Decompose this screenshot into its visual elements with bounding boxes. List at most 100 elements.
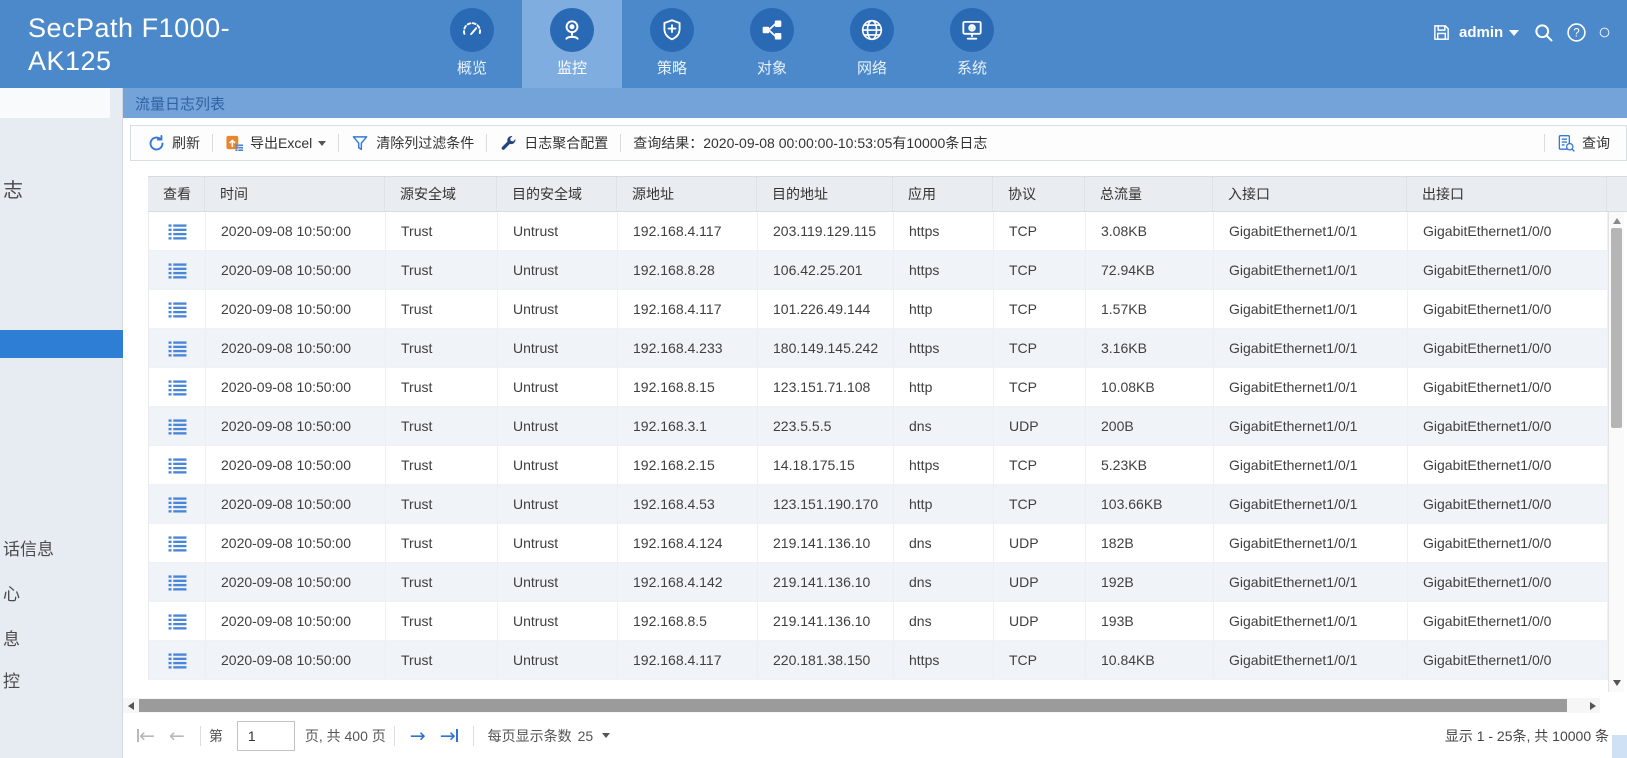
pager-divider bbox=[473, 726, 474, 746]
page-input[interactable] bbox=[237, 721, 295, 751]
cell-traffic: 200B bbox=[1086, 407, 1214, 445]
column-header-in_if[interactable]: 入接口 bbox=[1213, 177, 1407, 211]
sidebar-item[interactable]: 控 bbox=[0, 667, 123, 692]
refresh-button[interactable]: 刷新 bbox=[137, 133, 210, 153]
user-name[interactable]: admin bbox=[1459, 24, 1503, 41]
view-detail-button[interactable] bbox=[168, 379, 187, 396]
scroll-down-button[interactable] bbox=[1609, 676, 1625, 690]
column-header-proto[interactable]: 协议 bbox=[993, 177, 1085, 211]
table-row[interactable]: 2020-09-08 10:50:00TrustUntrust192.168.8… bbox=[149, 368, 1608, 407]
user-menu-caret-icon[interactable] bbox=[1509, 30, 1519, 36]
cell-in_if: GigabitEthernet1/0/1 bbox=[1214, 290, 1408, 328]
scroll-right-button[interactable] bbox=[1585, 698, 1600, 713]
column-header-src_zone[interactable]: 源安全域 bbox=[385, 177, 497, 211]
cell-time: 2020-09-08 10:50:00 bbox=[206, 329, 386, 367]
page-title: 流量日志列表 bbox=[135, 93, 225, 114]
cell-time: 2020-09-08 10:50:00 bbox=[206, 251, 386, 289]
prev-page-button[interactable]: ← bbox=[169, 725, 185, 747]
view-detail-button[interactable] bbox=[168, 301, 187, 318]
view-detail-button[interactable] bbox=[168, 652, 187, 669]
horizontal-scrollbar-thumb[interactable] bbox=[139, 699, 1567, 712]
table-row[interactable]: 2020-09-08 10:50:00TrustUntrust192.168.3… bbox=[149, 407, 1608, 446]
detail-list-icon bbox=[168, 418, 187, 435]
cell-proto: UDP bbox=[994, 602, 1086, 640]
table-row[interactable]: 2020-09-08 10:50:00TrustUntrust192.168.8… bbox=[149, 602, 1608, 641]
view-detail-button[interactable] bbox=[168, 223, 187, 240]
triangle-right-icon bbox=[1590, 702, 1596, 710]
sidebar-item[interactable]: 息 bbox=[0, 625, 123, 650]
table-row[interactable]: 2020-09-08 10:50:00TrustUntrust192.168.4… bbox=[149, 524, 1608, 563]
per-page-select[interactable]: 25 bbox=[578, 728, 611, 744]
export-excel-button[interactable]: 导出Excel bbox=[215, 133, 336, 153]
table-row[interactable]: 2020-09-08 10:50:00TrustUntrust192.168.4… bbox=[149, 212, 1608, 251]
column-header-src_ip[interactable]: 源地址 bbox=[617, 177, 757, 211]
column-header-time[interactable]: 时间 bbox=[205, 177, 385, 211]
column-header-view[interactable]: 查看 bbox=[148, 177, 205, 211]
tab-shield[interactable]: 策略 bbox=[622, 0, 722, 88]
cell-dst_zone: Untrust bbox=[498, 407, 618, 445]
tab-monitor-cam[interactable]: 监控 bbox=[522, 0, 622, 88]
tab-system[interactable]: 系统 bbox=[922, 0, 1022, 88]
first-page-button[interactable]: ← bbox=[137, 725, 155, 747]
save-config-icon[interactable] bbox=[1432, 23, 1451, 42]
query-doc-search-icon bbox=[1557, 134, 1576, 153]
view-detail-button[interactable] bbox=[168, 418, 187, 435]
table-row[interactable]: 2020-09-08 10:50:00TrustUntrust192.168.4… bbox=[149, 329, 1608, 368]
help-icon[interactable]: ? bbox=[1566, 22, 1587, 43]
tab-globe[interactable]: 网络 bbox=[822, 0, 922, 88]
cell-dst_zone: Untrust bbox=[498, 212, 618, 250]
toolbar-divider bbox=[620, 134, 621, 152]
export-caret-icon bbox=[318, 141, 326, 146]
cell-in_if: GigabitEthernet1/0/1 bbox=[1214, 407, 1408, 445]
toolbar-divider bbox=[486, 134, 487, 152]
cell-app: https bbox=[894, 251, 994, 289]
view-detail-button[interactable] bbox=[168, 574, 187, 591]
tab-label: 系统 bbox=[957, 57, 987, 78]
cell-app: https bbox=[894, 641, 994, 679]
scroll-up-button[interactable] bbox=[1609, 214, 1625, 228]
sidebar-item[interactable]: 志 bbox=[0, 174, 123, 203]
query-button[interactable]: 查询 bbox=[1547, 133, 1620, 153]
cell-out_if: GigabitEthernet1/0/0 bbox=[1408, 251, 1608, 289]
tab-share[interactable]: 对象 bbox=[722, 0, 822, 88]
column-header-dst_zone[interactable]: 目的安全域 bbox=[497, 177, 617, 211]
column-header-traffic[interactable]: 总流量 bbox=[1085, 177, 1213, 211]
table-row[interactable]: 2020-09-08 10:50:00TrustUntrust192.168.4… bbox=[149, 641, 1608, 680]
next-page-button[interactable]: → bbox=[410, 725, 426, 747]
view-detail-button[interactable] bbox=[168, 613, 187, 630]
search-icon[interactable] bbox=[1533, 22, 1554, 43]
view-detail-button[interactable] bbox=[168, 496, 187, 513]
sidebar-item[interactable]: 话信息 bbox=[0, 535, 123, 560]
column-header-app[interactable]: 应用 bbox=[893, 177, 993, 211]
tab-gauge[interactable]: 概览 bbox=[422, 0, 522, 88]
sidebar-item[interactable]: 心 bbox=[0, 580, 123, 605]
cell-in_if: GigabitEthernet1/0/1 bbox=[1214, 563, 1408, 601]
column-header-out_if[interactable]: 出接口 bbox=[1407, 177, 1607, 211]
table-row[interactable]: 2020-09-08 10:50:00TrustUntrust192.168.4… bbox=[149, 563, 1608, 602]
table-row[interactable]: 2020-09-08 10:50:00TrustUntrust192.168.8… bbox=[149, 251, 1608, 290]
view-detail-button[interactable] bbox=[168, 535, 187, 552]
log-aggregation-button[interactable]: 日志聚合配置 bbox=[489, 133, 618, 153]
vertical-scrollbar-thumb[interactable] bbox=[1611, 228, 1622, 428]
vertical-scrollbar[interactable] bbox=[1608, 212, 1624, 692]
last-page-button[interactable]: → bbox=[440, 725, 458, 747]
sidebar-top-strip bbox=[0, 88, 110, 118]
table-row[interactable]: 2020-09-08 10:50:00TrustUntrust192.168.2… bbox=[149, 446, 1608, 485]
cell-in_if: GigabitEthernet1/0/1 bbox=[1214, 368, 1408, 406]
horizontal-scrollbar[interactable] bbox=[123, 698, 1600, 713]
scroll-left-button[interactable] bbox=[123, 698, 138, 713]
clear-filter-button[interactable]: 清除列过滤条件 bbox=[341, 133, 484, 153]
view-detail-button[interactable] bbox=[168, 340, 187, 357]
view-detail-button[interactable] bbox=[168, 457, 187, 474]
sidebar-item-selected[interactable] bbox=[0, 330, 123, 358]
cell-dst_ip: 14.18.175.15 bbox=[758, 446, 894, 484]
table-row[interactable]: 2020-09-08 10:50:00TrustUntrust192.168.4… bbox=[149, 485, 1608, 524]
table-row[interactable]: 2020-09-08 10:50:00TrustUntrust192.168.4… bbox=[149, 290, 1608, 329]
view-detail-button[interactable] bbox=[168, 262, 187, 279]
cell-traffic: 5.23KB bbox=[1086, 446, 1214, 484]
cell-dst_zone: Untrust bbox=[498, 290, 618, 328]
column-header-dst_ip[interactable]: 目的地址 bbox=[757, 177, 893, 211]
cell-out_if: GigabitEthernet1/0/0 bbox=[1408, 212, 1608, 250]
cell-view bbox=[149, 329, 206, 367]
cropped-edge-icon[interactable] bbox=[1599, 22, 1610, 43]
